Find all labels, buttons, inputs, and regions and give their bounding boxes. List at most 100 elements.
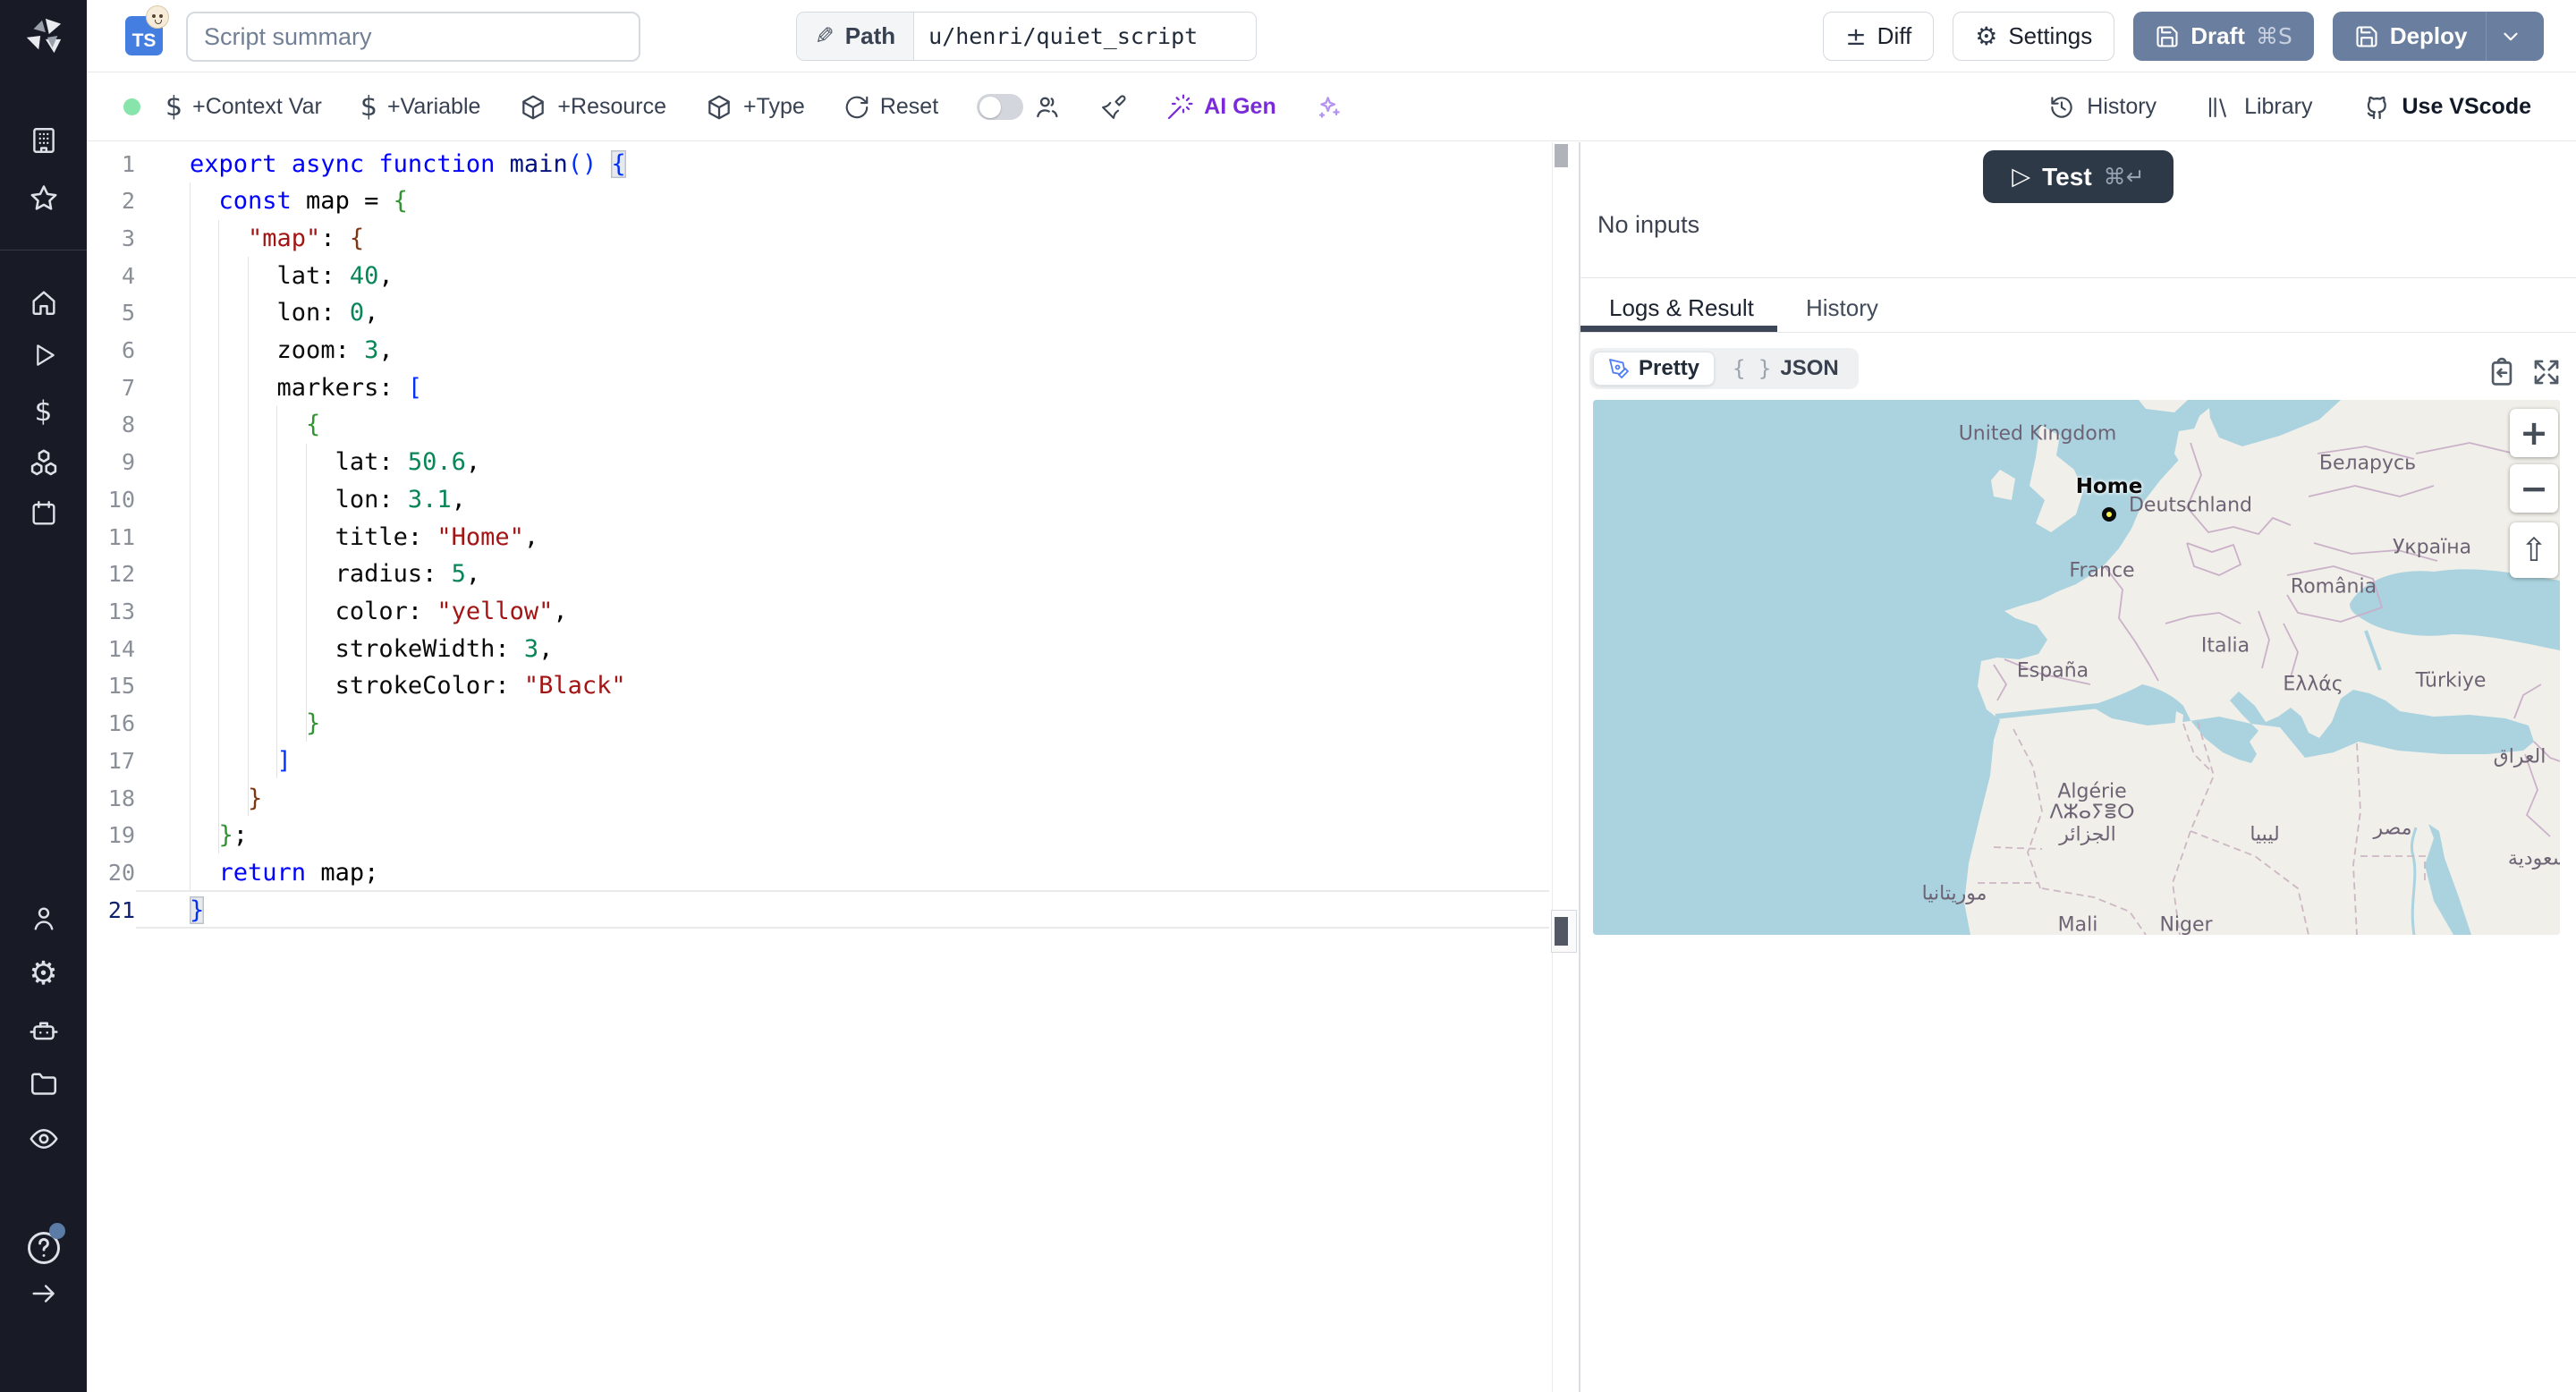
reset-icon [845, 96, 869, 118]
map-country-label: Türkiye [2415, 669, 2487, 692]
gear-icon[interactable]: ⚙ [0, 957, 87, 991]
line-number: 13 [107, 598, 135, 625]
line-number: 10 [107, 486, 135, 513]
active-tab-underline [1580, 326, 1777, 332]
code-line[interactable]: 16 } [87, 705, 1552, 743]
settings-button[interactable]: ⚙ Settings [1953, 12, 2115, 61]
diff-button[interactable]: ± Diff [1823, 12, 1935, 61]
draft-button[interactable]: Draft ⌘S [2133, 12, 2314, 61]
workers-robot-icon[interactable] [0, 1014, 87, 1047]
code-line[interactable]: 9 lat: 50.6, [87, 444, 1552, 481]
code-line[interactable]: 5 lon: 0, [87, 294, 1552, 332]
sidebar: $ ⚙ [0, 0, 87, 1392]
view-json-label: JSON [1780, 356, 1839, 380]
ai-gen-button[interactable]: AI Gen [1165, 93, 1276, 122]
copy-result-icon[interactable] [2487, 357, 2517, 387]
github-cat-icon [2368, 96, 2387, 119]
folder-icon[interactable] [0, 1068, 87, 1100]
code-line[interactable]: 12 radius: 5, [87, 556, 1552, 593]
result-view-switch: Pretty { } JSON [1589, 348, 1859, 389]
building-icon[interactable] [0, 124, 87, 157]
history-button[interactable]: History [2048, 94, 2157, 121]
reset-button[interactable]: Reset [843, 94, 938, 121]
tab-history[interactable]: History [1806, 294, 1878, 322]
home-icon[interactable] [0, 286, 87, 318]
overview-cursor-mark [1555, 917, 1568, 946]
code-line[interactable]: 4 lat: 40, [87, 257, 1552, 294]
pen-tool-icon [1609, 359, 1629, 378]
code-line[interactable]: 6 zoom: 3, [87, 332, 1552, 369]
help-icon[interactable] [0, 1223, 87, 1268]
add-variable-button[interactable]: $ +Variable [360, 91, 481, 123]
view-json-button[interactable]: { } JSON [1716, 356, 1855, 381]
add-type-label: +Type [743, 94, 805, 119]
map-country-label: ليبيا [2250, 823, 2280, 846]
pencil-icon: ✎ [815, 22, 835, 50]
map-country-label: România [2290, 575, 2377, 598]
map-country-label: Algérie [2057, 780, 2127, 803]
code-line[interactable]: 3 "map": { [87, 219, 1552, 257]
toggle-off[interactable] [977, 94, 1024, 120]
button-separator [2485, 12, 2487, 61]
add-context-var-label: +Context Var [192, 94, 322, 119]
view-pretty-label: Pretty [1639, 356, 1700, 380]
map-marker[interactable] [2102, 507, 2116, 522]
add-context-var-button[interactable]: $ +Context Var [165, 91, 322, 123]
code-line[interactable]: 10 lon: 3.1, [87, 480, 1552, 518]
code-editor[interactable]: 1 export async function main() {2 const m… [87, 142, 1579, 1392]
code-line[interactable]: 15 strokeColor: "Black" [87, 667, 1552, 705]
map-country-label: الجزائر [2059, 823, 2116, 846]
add-type-button[interactable]: +Type [705, 93, 805, 122]
code-line[interactable]: 14 strokeWidth: 3, [87, 630, 1552, 667]
map-country-label: العراق [2493, 745, 2546, 768]
code-line[interactable]: 8 { [87, 406, 1552, 444]
map-country-label: France [2069, 559, 2135, 582]
expand-result-icon[interactable] [2531, 357, 2562, 387]
code-line[interactable]: 21} [87, 891, 1552, 929]
panel-divider[interactable] [1579, 142, 1580, 1392]
library-label: Library [2244, 94, 2313, 119]
path-field[interactable]: ✎ Path u/henri/quiet_script [796, 12, 1257, 61]
code-line[interactable]: 13 color: "yellow", [87, 593, 1552, 631]
library-button[interactable]: Library [2206, 94, 2312, 121]
script-summary-input[interactable] [186, 12, 640, 62]
result-map[interactable]: United Kingdom Беларусь Deutschland Україна… [1593, 400, 2560, 935]
tab-logs-result[interactable]: Logs & Result [1609, 294, 1754, 322]
use-vscode-button[interactable]: Use VScode [2361, 93, 2531, 122]
chevron-down-icon[interactable] [2499, 25, 2522, 48]
add-resource-button[interactable]: +Resource [519, 93, 666, 122]
resources-cubes-icon[interactable] [0, 447, 87, 480]
variables-dollar-icon[interactable]: $ [0, 395, 87, 429]
code-line[interactable]: 19 }; [87, 817, 1552, 854]
history-clock-icon [2051, 96, 2072, 118]
deploy-button[interactable]: Deploy [2332, 12, 2544, 61]
map-zoom-out-button[interactable]: − [2510, 464, 2558, 513]
view-pretty-button[interactable]: Pretty [1593, 352, 1716, 386]
map-country-label: España [2016, 659, 2089, 683]
editor-toolbar: $ +Context Var $ +Variable +Resource +Ty… [87, 73, 2576, 141]
sparkles-button[interactable] [1315, 93, 1343, 122]
expand-arrow-icon[interactable] [0, 1277, 87, 1310]
line-number: 12 [107, 561, 135, 588]
save-icon [2157, 25, 2178, 47]
code-line[interactable]: 1 export async function main() { [87, 145, 1552, 182]
code-line[interactable]: 2 const map = { [87, 182, 1552, 220]
test-button[interactable]: ▷ Test ⌘↵ [1983, 150, 2174, 203]
eye-icon[interactable] [0, 1123, 87, 1155]
code-line[interactable]: 17 ] [87, 742, 1552, 779]
format-button[interactable] [1100, 94, 1127, 121]
avatar-face-icon [146, 5, 169, 29]
windmill-logo-icon[interactable] [0, 14, 87, 57]
code-line[interactable]: 18 } [87, 779, 1552, 817]
map-zoom-in-button[interactable]: + [2510, 409, 2558, 457]
map-recenter-button[interactable]: ⇧ [2510, 522, 2558, 578]
code-line[interactable]: 20 return map; [87, 854, 1552, 892]
multiplayer-toggle[interactable] [977, 93, 1062, 122]
star-icon[interactable] [0, 182, 87, 215]
schedules-calendar-icon[interactable] [0, 497, 87, 530]
code-line[interactable]: 11 title: "Home", [87, 518, 1552, 556]
code-line[interactable]: 7 markers: [ [87, 369, 1552, 406]
runs-play-icon[interactable] [0, 339, 87, 371]
user-icon[interactable] [0, 903, 87, 935]
line-number: 18 [107, 785, 135, 811]
